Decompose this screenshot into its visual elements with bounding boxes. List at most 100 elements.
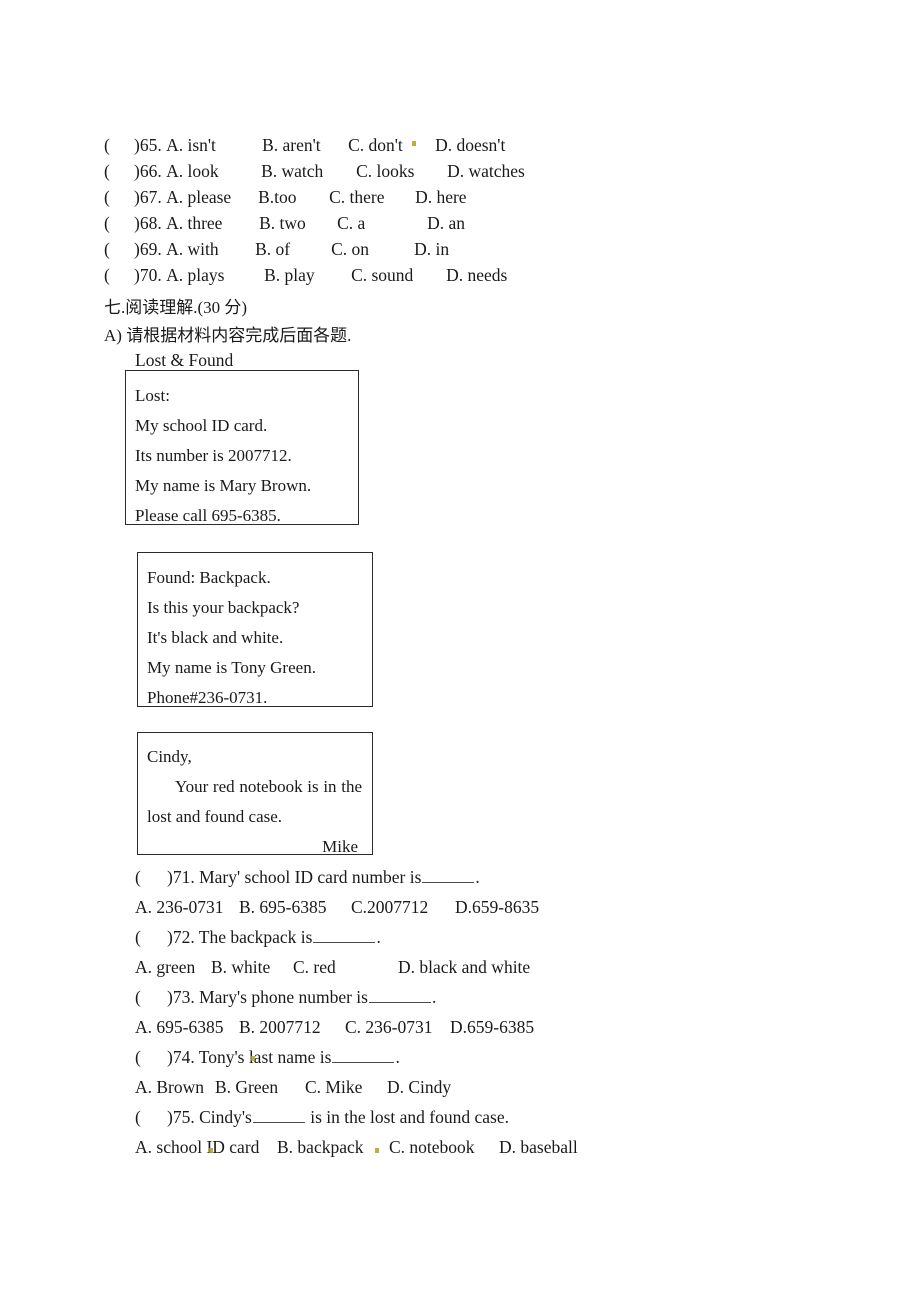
notice-line: It's black and white. [147,628,284,647]
option-a[interactable]: A. green [135,952,211,982]
question-number: )67. [134,187,162,207]
answer-blank[interactable] [332,1049,395,1063]
option-a[interactable]: A. with [166,236,255,262]
reading-comprehension-questions: ()71. Mary' school ID card number is. A.… [135,862,875,1162]
option-d[interactable]: D. needs [446,262,507,288]
option-a[interactable]: A. three [166,210,259,236]
answer-bracket[interactable]: ( [104,262,134,288]
question-text: )75. Cindy's [167,1107,252,1127]
question-stem: ()73. Mary's phone number is. [135,982,875,1012]
question-options: A. 236-0731 B. 695-6385 C.2007712 D.659-863… [135,892,875,922]
question-stem: ()75. Cindy's is in the lost and found c… [135,1102,875,1132]
note-signature: Mike [322,837,358,856]
question-text: )74. Tony's last name is [167,1047,332,1067]
option-b[interactable]: B. of [255,236,331,262]
question-text: )72. The backpack is [167,927,313,947]
option-a[interactable]: A. Brown [135,1072,215,1102]
answer-bracket[interactable]: ( [104,236,134,262]
option-b[interactable]: B. 695-6385 [239,892,351,922]
cloze-row: ()65. A. isn't B. aren't C. don't D. doesn'… [104,132,804,158]
part-a-instruction: A) 请根据材料内容完成后面各题. [104,326,352,345]
option-c[interactable]: C. a [337,210,427,236]
question-options: A. green B. white C. red D. black and white [135,952,875,982]
option-b[interactable]: B. two [259,210,337,236]
answer-bracket[interactable]: ( [135,1042,167,1072]
option-c[interactable]: C. don't [348,132,435,158]
answer-bracket[interactable]: ( [135,862,167,892]
cloze-answer-choices: ()65. A. isn't B. aren't C. don't D. doesn'… [104,132,804,288]
option-c[interactable]: C. sound [351,262,446,288]
answer-blank[interactable] [252,1109,305,1123]
question-text-end: . [431,987,437,1007]
question-stem: ()74. Tony's last name is. [135,1042,875,1072]
option-d[interactable]: D. doesn't [435,132,505,158]
answer-blank[interactable] [422,869,475,883]
option-d[interactable]: D. black and white [398,952,530,982]
option-a[interactable]: A. 695-6385 [135,1012,239,1042]
option-c[interactable]: C. Mike [305,1072,387,1102]
option-a[interactable]: A. plays [166,262,264,288]
option-d[interactable]: D.659-6385 [450,1012,534,1042]
note-body-line-2: lost and found case. [147,807,283,826]
option-d[interactable]: D. watches [447,158,525,184]
scan-speck-icon [209,1148,213,1153]
question-text: )71. Mary' school ID card number is [167,867,422,887]
answer-bracket[interactable]: ( [104,132,134,158]
answer-bracket[interactable]: ( [135,982,167,1012]
option-c[interactable]: C. there [329,184,415,210]
option-d[interactable]: D. in [414,236,449,262]
option-b[interactable]: B.too [258,184,329,210]
option-b[interactable]: B. aren't [262,132,348,158]
question-text-end: . [395,1047,400,1067]
notice-line: My name is Tony Green. [147,658,316,677]
option-a[interactable]: A. please [166,184,258,210]
option-d[interactable]: D. an [427,210,465,236]
notice-line: Found: Backpack. [147,568,271,587]
option-c[interactable]: C.2007712 [351,892,455,922]
answer-blank[interactable] [313,929,376,943]
answer-bracket[interactable]: ( [135,1102,167,1132]
scan-speck-icon [375,1148,379,1153]
answer-bracket[interactable]: ( [104,158,134,184]
scan-speck-icon [412,141,416,146]
section-heading-reading: 七.阅读理解.(30 分) [104,298,248,317]
exam-page: ()65. A. isn't B. aren't C. don't D. doesn'… [0,0,920,1302]
question-number: )68. [134,213,162,233]
notice-line: My school ID card. [135,416,268,435]
option-d[interactable]: D. here [415,184,467,210]
answer-bracket[interactable]: ( [104,184,134,210]
option-b[interactable]: B. 2007712 [239,1012,345,1042]
question-number: )69. [134,239,162,259]
notice-line: My name is Mary Brown. [135,476,312,495]
option-d[interactable]: D.659-8635 [455,892,539,922]
answer-bracket[interactable]: ( [104,210,134,236]
option-b[interactable]: B. white [211,952,293,982]
option-b[interactable]: B. backpack [277,1132,389,1162]
passage-title: Lost & Found [135,350,234,370]
option-c[interactable]: C. notebook [389,1132,499,1162]
option-c[interactable]: C. looks [356,158,447,184]
option-a[interactable]: A. look [166,158,261,184]
option-d[interactable]: D. Cindy [387,1072,451,1102]
question-options: A. Brown B. Green C. Mike D. Cindy [135,1072,875,1102]
cloze-row: ()68. A. three B. two C. a D. an [104,210,804,236]
notice-line: Its number is 2007712. [135,446,292,465]
option-d[interactable]: D. baseball [499,1132,578,1162]
option-a[interactable]: A. isn't [166,132,262,158]
question-number: )66. [134,161,162,181]
question-number: )70. [134,265,162,285]
cloze-row: ()69. A. with B. of C. on D. in [104,236,804,262]
answer-blank[interactable] [368,989,431,1003]
cloze-row: ()66. A. look B. watch C. looks D. watches [104,158,804,184]
option-c[interactable]: C. 236-0731 [345,1012,450,1042]
question-text-end: is in the lost and found case. [310,1107,509,1127]
answer-bracket[interactable]: ( [135,922,167,952]
option-b[interactable]: B. play [264,262,351,288]
option-c[interactable]: C. red [293,952,398,982]
option-b[interactable]: B. Green [215,1072,305,1102]
notice-line: Is this your backpack? [147,598,300,617]
option-b[interactable]: B. watch [261,158,356,184]
option-c[interactable]: C. on [331,236,414,262]
option-a[interactable]: A. 236-0731 [135,892,239,922]
option-a[interactable]: A. school ID card [135,1132,277,1162]
